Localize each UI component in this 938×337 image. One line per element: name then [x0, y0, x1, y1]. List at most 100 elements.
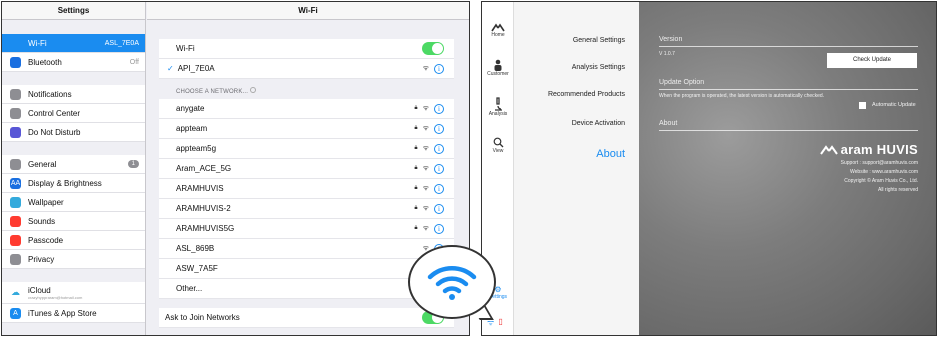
microscope-icon: [495, 97, 502, 111]
notifications-icon: [10, 88, 21, 100]
wifi-title: Wi-Fi: [147, 2, 469, 20]
sidebar-item-home[interactable]: Home: [482, 22, 514, 38]
sidebar-item-sounds[interactable]: Sounds: [2, 212, 145, 231]
sidebar-item-label: Wi-Fi: [28, 38, 47, 48]
version-value: V 1.0.7: [659, 51, 675, 57]
network-name: Other...: [176, 284, 203, 293]
wifi-toggle[interactable]: [422, 42, 444, 55]
wifi-signal-icon: ᯤ: [422, 205, 429, 212]
menu-about[interactable]: About: [596, 148, 625, 160]
gear-icon: [10, 158, 21, 170]
network-row[interactable]: Aram_ACE_5G 🔒︎ ᯤ i: [159, 159, 454, 179]
sidebar-item-label: Privacy: [28, 254, 55, 264]
menu-general-settings[interactable]: General Settings: [573, 37, 625, 44]
about-title: About: [659, 120, 678, 127]
sidebar-item-icloud[interactable]: ☁ iCloud crazyhyppraram@hotmail.com: [2, 282, 145, 304]
person-icon: [494, 59, 502, 71]
sidebar-item-wi-fi[interactable]: Wi-Fi ASL_7E0A: [2, 34, 145, 53]
sidebar-item-privacy[interactable]: Privacy: [2, 250, 145, 269]
wifi-toggle-row: Wi-Fi: [159, 39, 454, 59]
sidebar-item-general[interactable]: General 1: [2, 155, 145, 174]
sidebar-item-label: Wallpaper: [28, 197, 64, 207]
network-name: ASW_7A5F: [176, 264, 218, 273]
network-row[interactable]: ASL_869Bᯤi: [159, 239, 454, 259]
network-row[interactable]: ARAMHUVIS-2 🔒︎ ᯤ i: [159, 199, 454, 219]
wifi-signal-icon: ᯤ: [422, 125, 429, 132]
checkmark-icon: ✓: [167, 64, 174, 73]
network-name: Aram_ACE_5G: [176, 164, 232, 173]
sidebar-item-label: Notifications: [28, 89, 72, 99]
sidebar-item-label: Display & Brightness: [28, 178, 102, 188]
update-badge: 1: [127, 160, 139, 168]
lock-icon: [10, 234, 21, 246]
divider: [659, 130, 918, 131]
ask-join-label: Ask to Join Networks: [165, 313, 240, 322]
info-icon[interactable]: i: [434, 163, 444, 174]
ask-join-row: Ask to Join Networks: [159, 308, 454, 328]
lock-icon: 🔒︎: [414, 185, 418, 191]
info-icon[interactable]: i: [434, 183, 444, 194]
auto-update-label: Automatic Update: [872, 102, 916, 108]
hand-icon: [10, 253, 21, 265]
network-name: ARAMHUVIS-2: [176, 204, 231, 213]
sidebar-item-analysis[interactable]: Analysis: [482, 97, 514, 117]
info-icon[interactable]: i: [434, 103, 444, 114]
lock-icon: 🔒︎: [414, 165, 418, 171]
wifi-icon: [10, 38, 21, 49]
sidebar-item-control-center[interactable]: Control Center: [2, 104, 145, 123]
sidebar-item-view[interactable]: View: [482, 137, 514, 154]
sidebar-item-itunes[interactable]: A iTunes & App Store: [2, 304, 145, 323]
lock-icon: 🔒︎: [414, 145, 418, 151]
network-name: ARAMHUVIS5G: [176, 224, 235, 233]
lock-icon: 🔒︎: [414, 105, 418, 111]
network-row[interactable]: anygate 🔒︎ ᯤ i: [159, 99, 454, 119]
info-icon[interactable]: i: [434, 123, 444, 134]
sidebar-item-bluetooth[interactable]: Bluetooth Off: [2, 53, 145, 72]
info-icon[interactable]: i: [434, 143, 444, 154]
network-row[interactable]: ARAMHUVIS5G 🔒︎ ᯤ i: [159, 219, 454, 239]
support-email: Support : support@aramhuvis.com: [840, 160, 918, 166]
settings-sidebar: Settings Wi-Fi ASL_7E0A Bluetooth Off Notif…: [2, 2, 146, 335]
sidebar-item-label: Bluetooth: [28, 57, 62, 67]
update-description: When the program is operated, the latest…: [659, 93, 825, 99]
sidebar-item-do-not-disturb[interactable]: Do Not Disturb: [2, 123, 145, 142]
magnifier-icon: [493, 137, 503, 148]
divider: [659, 46, 918, 47]
sidebar-item-notifications[interactable]: Notifications: [2, 85, 145, 104]
network-row[interactable]: appteam 🔒︎ ᯤ i: [159, 119, 454, 139]
info-icon[interactable]: i: [434, 203, 444, 214]
aram-logo-icon: [819, 145, 838, 155]
update-option-title: Update Option: [659, 79, 705, 86]
wallpaper-icon: [10, 196, 21, 208]
aram-app-screen: Home Customer Analysis View ⚙ Settings ᯤ…: [481, 1, 937, 336]
ipad-settings-screen: Settings Wi-Fi ASL_7E0A Bluetooth Off Notif…: [1, 1, 470, 336]
settings-title: Settings: [2, 2, 145, 20]
check-update-button[interactable]: Check Update: [827, 53, 917, 68]
menu-device-activation[interactable]: Device Activation: [572, 120, 625, 127]
app-store-icon: A: [10, 307, 21, 319]
wifi-signal-icon: ᯤ: [422, 185, 429, 192]
sidebar-item-customer[interactable]: Customer: [482, 59, 514, 77]
network-name: anygate: [176, 104, 205, 113]
wifi-label: Wi-Fi: [176, 44, 195, 53]
network-row[interactable]: ARAMHUVIS 🔒︎ ᯤ i: [159, 179, 454, 199]
lock-icon: 🔒︎: [414, 205, 418, 211]
sidebar-item-passcode[interactable]: Passcode: [2, 231, 145, 250]
display-icon: AA: [10, 177, 21, 189]
spinner-icon: [250, 87, 257, 93]
sidebar-item-label: Control Center: [28, 108, 81, 118]
network-row[interactable]: appteam5g 🔒︎ ᯤ i: [159, 139, 454, 159]
wifi-signal-icon: ᯤ: [422, 165, 429, 172]
sidebar-item-wallpaper[interactable]: Wallpaper: [2, 193, 145, 212]
connected-network-row[interactable]: ✓ API_7E0A ᯤi: [159, 59, 454, 79]
menu-recommended-products[interactable]: Recommended Products: [548, 91, 625, 98]
auto-update-checkbox[interactable]: [859, 102, 866, 109]
icloud-label: iCloud: [28, 285, 51, 295]
info-icon[interactable]: i: [434, 63, 444, 74]
sidebar-item-display-brightness[interactable]: AA Display & Brightness: [2, 174, 145, 193]
version-title: Version: [659, 36, 683, 43]
website: Website : www.aramhuvis.com: [850, 169, 918, 175]
menu-analysis-settings[interactable]: Analysis Settings: [572, 64, 625, 71]
info-icon[interactable]: i: [434, 223, 444, 234]
divider: [659, 89, 918, 90]
